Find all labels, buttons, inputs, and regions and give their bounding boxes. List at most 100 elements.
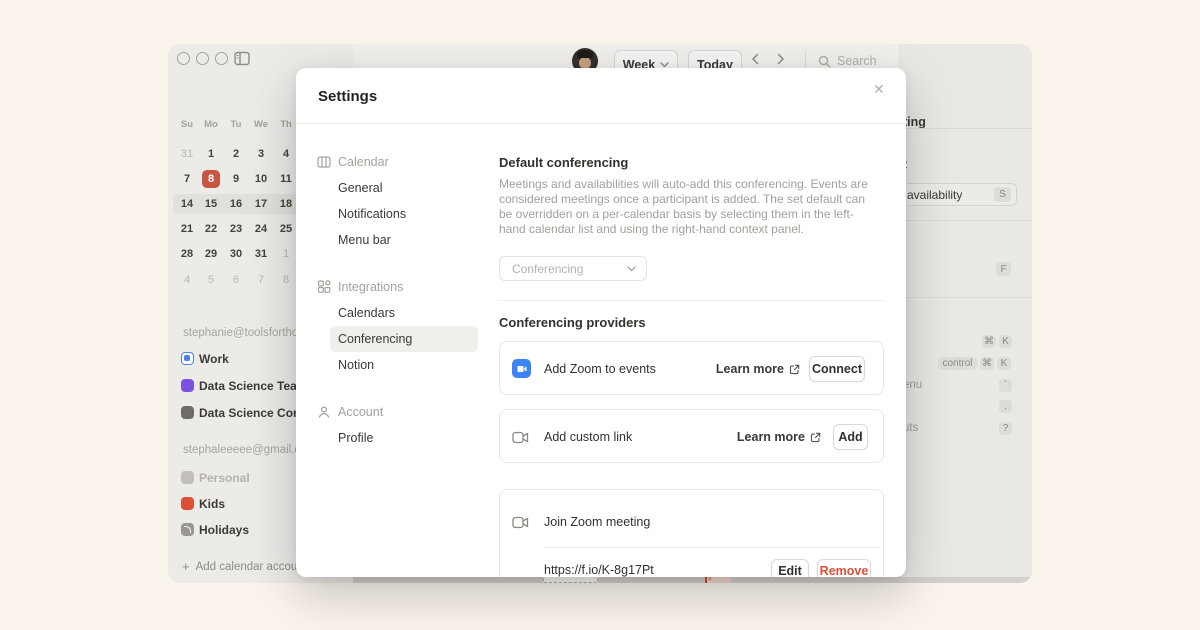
date-cell[interactable]: 5 [199, 270, 223, 290]
date-cell[interactable]: 21 [175, 219, 199, 239]
date-cell[interactable]: 29 [199, 244, 223, 264]
calendar-name: Kids [199, 497, 225, 511]
date-cell[interactable]: 24 [249, 219, 273, 239]
date-cell[interactable]: 25 [274, 219, 298, 239]
close-icon[interactable]: ✕ [873, 81, 885, 98]
settings-item-general[interactable]: General [338, 181, 382, 195]
settings-item-menu-bar[interactable]: Menu bar [338, 233, 391, 247]
settings-item-notion[interactable]: Notion [338, 358, 374, 372]
date-cell[interactable]: 7 [175, 169, 199, 189]
window-controls [177, 52, 228, 65]
subscribed-calendar-icon [181, 523, 194, 536]
settings-section-calendar: Calendar [338, 155, 389, 169]
date-cell[interactable]: 16 [224, 194, 248, 214]
weekday-label: Tu [224, 119, 248, 130]
add-button[interactable]: Add [833, 424, 868, 450]
date-cell[interactable]: 18 [274, 194, 298, 214]
date-cell[interactable]: 30 [224, 244, 248, 264]
window-minimize-icon[interactable] [196, 52, 209, 65]
settings-item-calendars[interactable]: Calendars [338, 306, 395, 320]
learn-more-link[interactable]: Learn more [737, 430, 821, 444]
plus-icon: + [182, 559, 190, 574]
modal-title: Settings [318, 88, 377, 105]
key-command: ⌘ [982, 335, 996, 348]
date-cell[interactable]: 4 [175, 270, 199, 290]
add-calendar-account-label: Add calendar account [196, 561, 307, 573]
date-cell[interactable]: 17 [249, 194, 273, 214]
sidebar-toggle-icon[interactable] [234, 51, 250, 71]
date-cell[interactable]: 3 [249, 144, 273, 164]
date-cell[interactable]: 28 [175, 244, 199, 264]
date-cell[interactable]: 15 [199, 194, 223, 214]
content-divider [499, 300, 884, 301]
external-link-icon [789, 364, 800, 375]
edit-label: Edit [778, 564, 802, 577]
add-calendar-account-button[interactable]: + Add calendar account [182, 559, 307, 574]
date-cell[interactable]: 9 [224, 169, 248, 189]
weekday-label: Th [274, 119, 298, 130]
calendar-color-icon [181, 379, 194, 392]
external-link-icon [810, 432, 821, 443]
calendar-name: Holidays [199, 523, 249, 537]
key-control: control [938, 357, 977, 370]
integrations-section-icon [317, 280, 331, 299]
settings-item-profile[interactable]: Profile [338, 431, 373, 445]
conferencing-dropdown[interactable]: Conferencing [499, 256, 647, 281]
checked-calendar-icon [181, 352, 194, 365]
date-cell[interactable]: 1 [274, 244, 298, 264]
default-conferencing-heading: Default conferencing [499, 155, 628, 170]
calendar-grid-sliver [353, 577, 1032, 583]
weekday-label: We [249, 119, 273, 130]
date-cell[interactable]: 11 [274, 169, 298, 189]
dropdown-placeholder: Conferencing [512, 262, 627, 276]
date-cell[interactable]: 23 [224, 219, 248, 239]
key-s: S [994, 187, 1011, 202]
calendar-color-icon [181, 497, 194, 510]
date-cell[interactable]: 6 [224, 270, 248, 290]
chevron-right-icon[interactable] [777, 52, 785, 68]
key-question: ? [999, 422, 1012, 435]
date-cell[interactable]: 7 [249, 270, 273, 290]
calendar-name: Data Science Team [199, 379, 308, 393]
date-cell[interactable]: 8 [274, 270, 298, 290]
connect-label: Connect [812, 362, 862, 376]
video-camera-icon [512, 431, 529, 449]
card-divider [544, 547, 880, 548]
date-cell[interactable]: 31 [175, 144, 199, 164]
provider-card-custom-link: Add custom link Learn more Add [499, 409, 884, 463]
date-cell[interactable]: 10 [249, 169, 273, 189]
search-icon [818, 55, 831, 68]
date-cell[interactable]: 22 [199, 219, 223, 239]
remove-button[interactable]: Remove [817, 559, 871, 577]
event-sliver-badge: 9 [705, 576, 731, 583]
date-cell[interactable]: 1 [199, 144, 223, 164]
date-cell[interactable]: 14 [175, 194, 199, 214]
account-email: stephanie@toolsforthou [183, 327, 305, 339]
date-cell[interactable]: 2 [224, 144, 248, 164]
search-field[interactable]: Search [818, 54, 877, 68]
provider-label: Add custom link [544, 430, 632, 444]
dashed-event-sliver [543, 576, 598, 583]
connect-button[interactable]: Connect [809, 356, 865, 382]
panel-heading-fragment: ting [903, 115, 926, 129]
add-label: Add [838, 430, 862, 444]
calendar-color-icon [181, 471, 194, 484]
edit-button[interactable]: Edit [771, 559, 809, 577]
selected-date-cell[interactable]: 8 [202, 170, 220, 188]
date-cell[interactable]: 4 [274, 144, 298, 164]
window-close-icon[interactable] [177, 52, 190, 65]
video-camera-icon [512, 516, 529, 534]
date-cell[interactable]: 31 [249, 244, 273, 264]
key-k: K [999, 335, 1012, 348]
weekday-label: Su [175, 119, 199, 130]
settings-item-conferencing[interactable]: Conferencing [338, 332, 412, 346]
chevron-left-icon[interactable] [751, 52, 759, 68]
settings-section-integrations: Integrations [338, 280, 403, 294]
provider-label: Add Zoom to events [544, 362, 656, 376]
calendar-name: Data Science Core [199, 406, 304, 420]
settings-item-notifications[interactable]: Notifications [338, 207, 406, 221]
learn-more-link[interactable]: Learn more [716, 362, 800, 376]
window-zoom-icon[interactable] [215, 52, 228, 65]
search-placeholder: Search [837, 54, 877, 68]
key-period: . [999, 400, 1012, 413]
